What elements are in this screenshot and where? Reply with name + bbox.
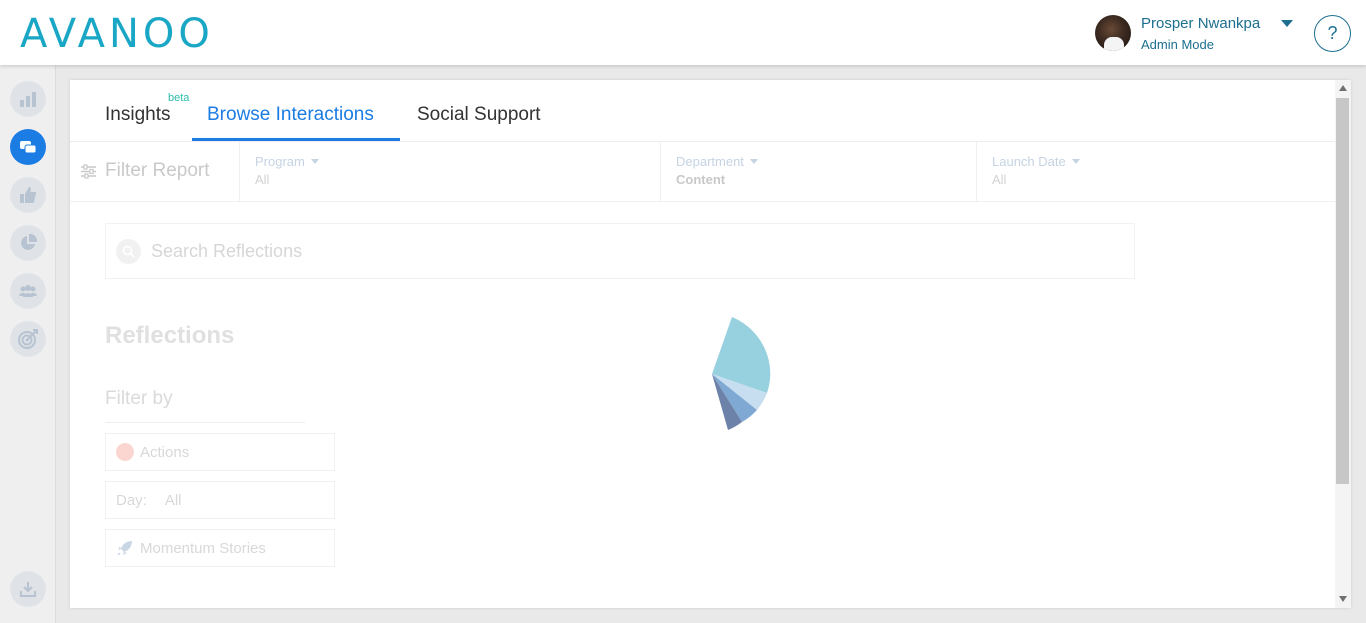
scroll-down-icon[interactable] bbox=[1339, 596, 1347, 602]
program-value: All bbox=[255, 172, 270, 187]
department-value: Content bbox=[676, 172, 726, 187]
launch-date-value: All bbox=[992, 172, 1007, 187]
launch-date-filter[interactable]: Launch Date bbox=[992, 154, 1080, 169]
pie-chart-icon bbox=[21, 233, 38, 250]
user-name[interactable]: Prosper Nwankpa bbox=[1141, 15, 1260, 32]
day-value: All bbox=[164, 491, 182, 509]
momentum-stories-label: Momentum Stories bbox=[140, 539, 266, 557]
tab-browse-interactions[interactable]: Browse Interactions bbox=[207, 104, 374, 126]
main-card: Insights beta Browse Interactions Social… bbox=[70, 80, 1351, 608]
bar-chart-icon bbox=[20, 92, 36, 107]
actions-filter-button[interactable]: Actions bbox=[105, 433, 335, 471]
tab-social-support[interactable]: Social Support bbox=[417, 104, 541, 126]
department-filter[interactable]: Department bbox=[676, 154, 758, 169]
scroll-thumb[interactable] bbox=[1336, 98, 1349, 484]
chevron-down-icon bbox=[310, 159, 319, 164]
download-icon bbox=[20, 582, 36, 597]
chevron-down-icon[interactable] bbox=[1281, 20, 1293, 27]
reflections-title: Reflections bbox=[105, 322, 235, 349]
active-tab-indicator bbox=[192, 138, 400, 141]
sidebar bbox=[0, 65, 56, 623]
momentum-stories-button[interactable]: Momentum Stories bbox=[105, 529, 335, 567]
thumbs-up-icon bbox=[20, 187, 37, 203]
user-mode: Admin Mode bbox=[1141, 37, 1214, 52]
tab-insights[interactable]: Insights bbox=[105, 104, 170, 126]
beta-badge: beta bbox=[168, 92, 190, 104]
action-dot-icon bbox=[116, 443, 134, 461]
sidebar-item-interactions[interactable] bbox=[10, 129, 46, 165]
sidebar-item-teams[interactable] bbox=[10, 273, 46, 309]
filter-by-heading: Filter by bbox=[105, 388, 173, 409]
sidebar-item-goals[interactable] bbox=[10, 321, 46, 357]
actions-label: Actions bbox=[140, 443, 190, 461]
program-label: Program bbox=[255, 154, 305, 169]
search-placeholder: Search Reflections bbox=[151, 241, 303, 261]
target-icon bbox=[18, 329, 38, 349]
search-input[interactable]: Search Reflections bbox=[105, 223, 1135, 279]
filter-report[interactable]: Filter Report bbox=[80, 160, 210, 182]
filter-bar: Filter Report Program All Department Con… bbox=[70, 142, 1335, 202]
people-icon bbox=[19, 285, 37, 297]
program-filter[interactable]: Program bbox=[255, 154, 319, 169]
department-label: Department bbox=[676, 154, 744, 169]
divider bbox=[976, 142, 977, 202]
divider bbox=[239, 142, 240, 202]
day-filter-button[interactable]: Day: All bbox=[105, 481, 335, 519]
search-icon bbox=[116, 239, 141, 264]
launch-date-label: Launch Date bbox=[992, 154, 1066, 169]
sidebar-item-reports[interactable] bbox=[10, 225, 46, 261]
divider bbox=[660, 142, 661, 202]
chevron-down-icon bbox=[1071, 159, 1080, 164]
loading-spinner-icon bbox=[712, 317, 771, 430]
chevron-down-icon bbox=[749, 159, 758, 164]
help-button[interactable]: ? bbox=[1314, 15, 1351, 52]
sidebar-item-insights[interactable] bbox=[10, 81, 46, 117]
tab-bar: Insights beta Browse Interactions Social… bbox=[70, 80, 1335, 142]
avanoo-logo[interactable]: AVANOO bbox=[20, 12, 214, 56]
filter-report-label: Filter Report bbox=[105, 160, 210, 181]
rocket-icon bbox=[117, 541, 132, 556]
download-button[interactable] bbox=[10, 571, 46, 607]
sidebar-item-likes[interactable] bbox=[10, 177, 46, 213]
chat-bubbles-icon bbox=[20, 141, 37, 154]
divider bbox=[105, 422, 305, 423]
day-label: Day: bbox=[116, 491, 147, 509]
top-header: AVANOO Prosper Nwankpa Admin Mode ? bbox=[0, 0, 1366, 65]
scroll-up-icon[interactable] bbox=[1339, 85, 1347, 91]
avatar[interactable] bbox=[1095, 15, 1131, 51]
sliders-icon bbox=[81, 163, 96, 179]
vertical-scrollbar[interactable] bbox=[1335, 80, 1351, 608]
